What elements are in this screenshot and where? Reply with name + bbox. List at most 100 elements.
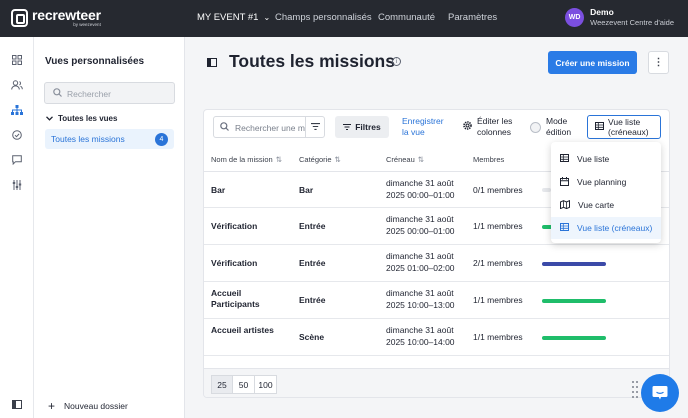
users-icon[interactable] (11, 79, 23, 91)
search-icon (53, 88, 62, 99)
check-circle-icon[interactable] (11, 129, 23, 141)
table-row[interactable]: Vérification Entrée dimanche 31 août 2025 0… (204, 245, 669, 282)
chat-icon[interactable] (11, 154, 23, 166)
column-header-slot[interactable]: Créneau ⇅ (386, 155, 424, 164)
slot-time-cell: 2025 01:00–02:00 (386, 263, 455, 273)
top-bar: recrewteer by weezevent MY EVENT #1 ⌄ Cha… (0, 0, 688, 37)
page-size-100[interactable]: 100 (255, 375, 277, 394)
slot-time-cell: 2025 00:00–01:00 (386, 226, 455, 236)
mission-name-cell: Accueil artistes (211, 325, 274, 335)
views-group[interactable]: Toutes les vues (46, 114, 117, 123)
slot-date-cell: dimanche 31 août (386, 288, 454, 298)
menu-item-slot-list-view[interactable]: Vue liste (créneaux) (551, 217, 661, 239)
sidebar-search-placeholder: Rechercher (67, 89, 111, 99)
views-group-label: Toutes les vues (58, 114, 118, 123)
panel-toggle-icon[interactable] (11, 398, 23, 410)
page-size-selector: 25 50 100 (211, 375, 277, 394)
mission-name-cell: Vérification (211, 258, 258, 268)
edit-columns-line1: Éditer les (477, 116, 513, 126)
table-row[interactable]: Accueil Participants Entrée dimanche 31 ao… (204, 282, 669, 319)
new-folder-label: Nouveau dossier (64, 401, 128, 411)
category-cell: Entrée (299, 295, 326, 305)
nav-custom-fields[interactable]: Champs personnalisés (275, 12, 372, 23)
sidebar-search-input[interactable]: Rechercher (44, 82, 175, 104)
members-cell: 2/1 membres (473, 258, 523, 268)
column-label: Créneau (386, 155, 415, 164)
drag-handle-icon[interactable] (632, 381, 640, 399)
menu-item-label: Vue liste (créneaux) (577, 223, 653, 233)
chevron-down-icon: ⌄ (263, 13, 271, 22)
members-progress-bar (542, 188, 551, 192)
slot-date-cell: dimanche 31 août (386, 325, 454, 335)
nav-community[interactable]: Communauté (378, 12, 435, 23)
save-view-button[interactable]: Enregistrer la vue (402, 116, 444, 139)
event-selector[interactable]: MY EVENT #1 ⌄ (197, 12, 270, 23)
avatar: WD (565, 8, 585, 27)
menu-item-label: Vue liste (577, 154, 610, 164)
table-footer: 25 50 100 (204, 368, 669, 397)
sidebar-item-label: Toutes les missions (51, 134, 125, 144)
mission-name-cell: Accueil Participants (211, 288, 260, 310)
nav-settings[interactable]: Paramètres (448, 12, 497, 23)
view-selector-line2: (créneaux) (608, 127, 649, 137)
more-options-button[interactable]: ⋮ (648, 51, 669, 74)
mission-name-cell: Vérification (211, 221, 258, 231)
slot-time-cell: 2025 10:00–14:00 (386, 337, 455, 347)
filters-label: Filtres (355, 122, 381, 132)
more-vertical-icon: ⋮ (653, 57, 664, 68)
column-label: Catégorie (299, 155, 332, 164)
dashboard-icon[interactable] (11, 54, 23, 66)
sidebar-collapse-icon[interactable] (207, 58, 217, 69)
app-logo[interactable]: recrewteer by weezevent (11, 8, 101, 28)
menu-item-planning-view[interactable]: Vue planning (551, 171, 661, 193)
plus-icon: + (48, 399, 56, 413)
new-folder-button[interactable]: + Nouveau dossier (48, 400, 128, 412)
edit-columns-line2: colonnes (477, 127, 512, 138)
toggle-switch[interactable] (530, 121, 541, 133)
filter-icon (343, 122, 352, 132)
save-view-line2: la vue (402, 127, 425, 138)
menu-item-label: Vue planning (577, 177, 627, 187)
filters-button[interactable]: Filtres (335, 116, 389, 138)
sort-icon: ⇅ (417, 155, 425, 164)
page-size-25[interactable]: 25 (211, 375, 233, 394)
user-menu[interactable]: WD Demo Weezevent Centre d'aide (565, 7, 674, 27)
table-row[interactable]: Accueil artistes Scène dimanche 31 août 202… (204, 319, 669, 356)
view-selector-line1: Vue liste (608, 116, 641, 127)
create-mission-button[interactable]: Créer une mission (548, 51, 637, 74)
gear-icon (463, 121, 472, 133)
page-size-50[interactable]: 50 (233, 375, 255, 394)
count-badge: 4 (155, 133, 168, 146)
members-progress-bar (542, 262, 606, 266)
column-header-category[interactable]: Catégorie ⇅ (299, 155, 341, 164)
menu-item-label: Vue carte (578, 200, 615, 210)
sliders-icon[interactable] (11, 179, 23, 191)
mission-search-placeholder: Rechercher une mission (235, 123, 305, 133)
menu-item-list-view[interactable]: Vue liste (551, 148, 661, 170)
org-chart-icon[interactable] (11, 104, 23, 116)
slot-time-cell: 2025 10:00–13:00 (386, 300, 455, 310)
mission-search-input[interactable]: Rechercher une mission (213, 116, 306, 138)
event-label: MY EVENT #1 (197, 12, 259, 23)
category-cell: Scène (299, 332, 325, 342)
column-label: Membres (473, 155, 505, 164)
view-selector-button[interactable]: Vue liste (créneaux) (587, 115, 661, 139)
members-cell: 1/1 membres (473, 295, 523, 305)
members-cell: 0/1 membres (473, 185, 523, 195)
slot-date-cell: dimanche 31 août (386, 214, 454, 224)
sidebar-item-all-missions[interactable]: Toutes les missions 4 (45, 129, 174, 149)
help-center-link[interactable]: Weezevent Centre d'aide (590, 18, 674, 27)
table-icon (595, 121, 604, 132)
icon-rail (0, 37, 34, 418)
logo-mark-icon (11, 8, 28, 27)
edit-mode-toggle[interactable]: Mode édition (530, 116, 571, 139)
filter-toggle-button[interactable] (305, 116, 325, 138)
column-header-members[interactable]: Membres (473, 155, 504, 164)
menu-item-map-view[interactable]: Vue carte (551, 194, 661, 216)
column-header-name[interactable]: Nom de la mission ⇅ (211, 155, 282, 164)
chevron-down-icon (46, 114, 53, 123)
info-icon[interactable]: i (392, 57, 401, 66)
edit-columns-button[interactable]: Éditer les colonnes (463, 116, 512, 139)
column-label: Nom de la mission (211, 155, 273, 164)
support-chat-button[interactable] (641, 374, 679, 412)
